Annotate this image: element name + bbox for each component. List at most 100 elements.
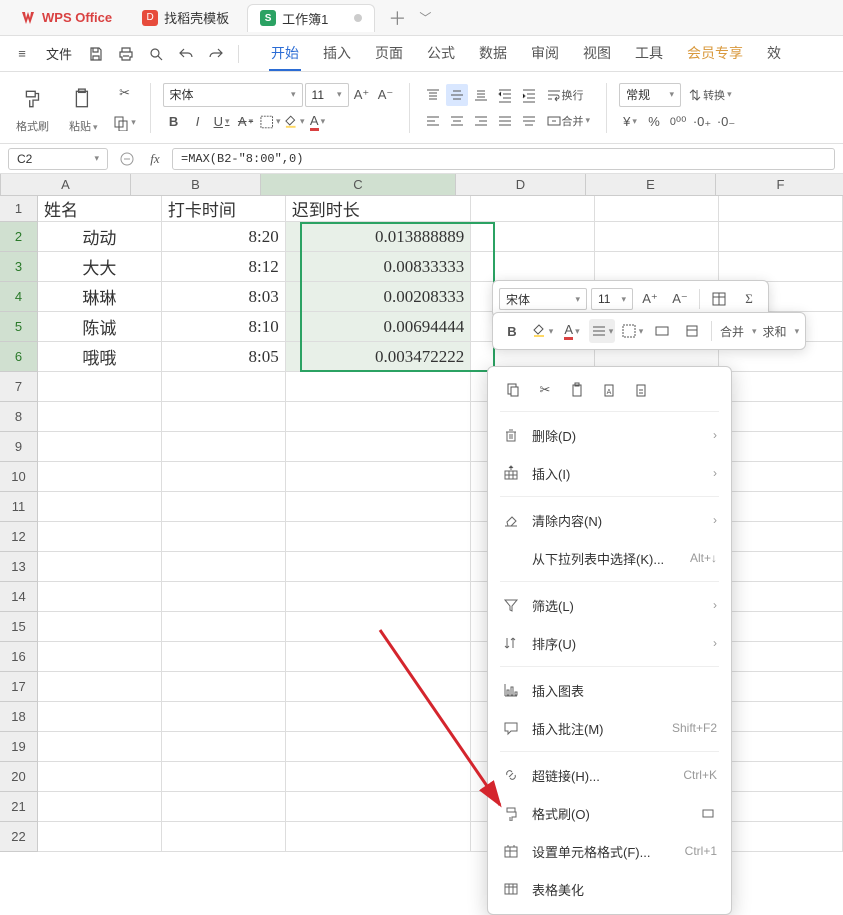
wrap-text-button[interactable]: 换行: [542, 84, 588, 106]
cell[interactable]: [471, 196, 595, 222]
row-header[interactable]: 5: [0, 312, 38, 342]
cell[interactable]: [719, 822, 843, 852]
app-tab[interactable]: WPS Office: [8, 4, 124, 32]
cell[interactable]: [162, 822, 286, 852]
cell[interactable]: [162, 672, 286, 702]
cell[interactable]: [162, 492, 286, 522]
paste-icon[interactable]: [70, 82, 96, 116]
cell[interactable]: 0.00833333: [286, 252, 472, 282]
decimal-dec-button[interactable]: ·0₋: [715, 111, 737, 133]
ctx-item[interactable]: 筛选(L)›: [488, 586, 731, 624]
ctx-item[interactable]: 插入批注(M)Shift+F2: [488, 709, 731, 747]
cell[interactable]: [162, 372, 286, 402]
border-button[interactable]: ▾: [259, 111, 281, 133]
cell[interactable]: [162, 642, 286, 672]
cell[interactable]: [719, 552, 843, 582]
row-header[interactable]: 9: [0, 432, 38, 462]
formula-input[interactable]: =MAX(B2-"8:00",0): [172, 148, 835, 170]
mini-sum-icon[interactable]: Σ: [736, 287, 762, 311]
row-header[interactable]: 12: [0, 522, 38, 552]
cell[interactable]: [286, 732, 472, 762]
indent-decrease-icon[interactable]: [494, 84, 516, 106]
cell[interactable]: [595, 222, 719, 252]
cell[interactable]: 0.013888889: [286, 222, 472, 252]
mini-font-color-button[interactable]: A▾: [559, 319, 585, 343]
row-header[interactable]: 14: [0, 582, 38, 612]
cell[interactable]: [162, 732, 286, 762]
cell[interactable]: [162, 552, 286, 582]
cell[interactable]: [286, 612, 472, 642]
ctx-item[interactable]: 删除(D)›: [488, 416, 731, 454]
cell[interactable]: [719, 792, 843, 822]
transpose-button[interactable]: 转换▾: [683, 84, 736, 106]
cell[interactable]: [38, 552, 162, 582]
mini-merge-button[interactable]: [649, 319, 675, 343]
row-header[interactable]: 8: [0, 402, 38, 432]
cell[interactable]: [162, 462, 286, 492]
cell[interactable]: [719, 762, 843, 792]
indent-increase-icon[interactable]: [518, 84, 540, 106]
cell[interactable]: [286, 702, 472, 732]
cell[interactable]: [719, 672, 843, 702]
mini-table-icon[interactable]: [706, 287, 732, 311]
cell[interactable]: [38, 492, 162, 522]
file-menu[interactable]: 文件: [40, 44, 78, 63]
row-header[interactable]: 17: [0, 672, 38, 702]
row-header[interactable]: 1: [0, 196, 38, 222]
ribbon-tab-7[interactable]: 工具: [633, 37, 665, 71]
align-bottom-icon[interactable]: [470, 84, 492, 106]
cell[interactable]: [719, 492, 843, 522]
ctx-item[interactable]: 排序(U)›: [488, 624, 731, 662]
font-shrink-icon[interactable]: A⁻: [375, 84, 397, 106]
col-header-F[interactable]: F: [716, 174, 843, 195]
align-justify-icon[interactable]: [494, 110, 516, 132]
row-header[interactable]: 10: [0, 462, 38, 492]
row-header[interactable]: 18: [0, 702, 38, 732]
cell[interactable]: [471, 252, 595, 282]
cell[interactable]: [719, 642, 843, 672]
cell[interactable]: 0.003472222: [286, 342, 472, 372]
mini-sum-label[interactable]: 求和: [761, 323, 789, 340]
undo-icon[interactable]: [174, 42, 198, 66]
comma-button[interactable]: 0⁰⁰: [667, 111, 689, 133]
print-icon[interactable]: [114, 42, 138, 66]
align-right-icon[interactable]: [470, 110, 492, 132]
ribbon-tab-1[interactable]: 插入: [321, 37, 353, 71]
cell[interactable]: [162, 522, 286, 552]
cell[interactable]: [162, 432, 286, 462]
tab-menu-button[interactable]: ﹀: [413, 6, 437, 30]
cell[interactable]: [595, 252, 719, 282]
cell[interactable]: [162, 792, 286, 822]
cell[interactable]: [719, 222, 843, 252]
cell[interactable]: [162, 612, 286, 642]
fx-icon[interactable]: fx: [144, 148, 166, 170]
row-header[interactable]: 4: [0, 282, 38, 312]
font-size-select[interactable]: 11▾: [305, 83, 349, 107]
row-header[interactable]: 2: [0, 222, 38, 252]
cell[interactable]: [38, 792, 162, 822]
mini-font-select[interactable]: 宋体▾: [499, 288, 587, 310]
ribbon-tab-2[interactable]: 页面: [373, 37, 405, 71]
ctx-paste-special-icon[interactable]: [630, 379, 652, 401]
cell[interactable]: [38, 672, 162, 702]
italic-button[interactable]: I: [187, 111, 209, 133]
font-name-select[interactable]: 宋体▾: [163, 83, 303, 107]
cell[interactable]: [38, 732, 162, 762]
cell[interactable]: 0.00208333: [286, 282, 472, 312]
col-header-B[interactable]: B: [131, 174, 261, 195]
number-format-select[interactable]: 常规▾: [619, 83, 681, 107]
ctx-copy-icon[interactable]: [502, 379, 524, 401]
align-left-icon[interactable]: [422, 110, 444, 132]
row-header[interactable]: 6: [0, 342, 38, 372]
percent-button[interactable]: %: [643, 111, 665, 133]
cell[interactable]: [595, 196, 719, 222]
cell[interactable]: [286, 402, 472, 432]
ribbon-tab-0[interactable]: 开始: [269, 37, 301, 71]
align-top-icon[interactable]: [422, 84, 444, 106]
cell[interactable]: [38, 372, 162, 402]
cell[interactable]: 8:12: [162, 252, 286, 282]
cell[interactable]: [286, 672, 472, 702]
cell[interactable]: [719, 252, 843, 282]
cell[interactable]: [719, 196, 843, 222]
cell[interactable]: [286, 762, 472, 792]
